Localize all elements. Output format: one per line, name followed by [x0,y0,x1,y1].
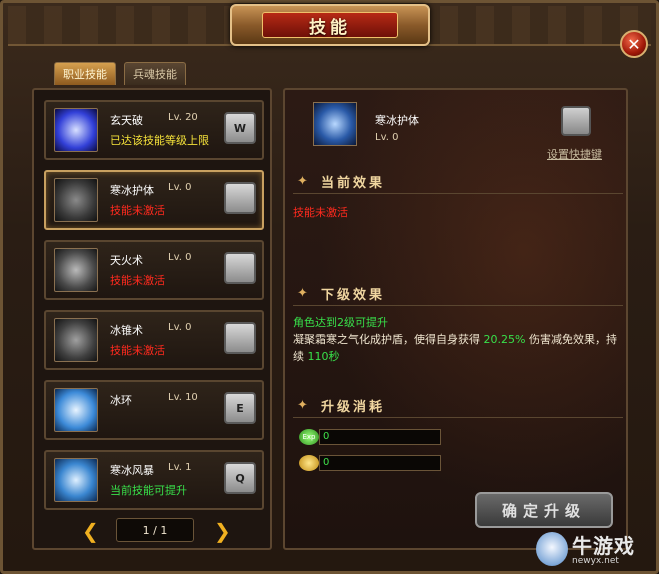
exp-cost-value: 0 [319,429,441,445]
skill-level: Lv. 20 [168,112,198,123]
next-effect-description: 凝聚霜寒之气化成护盾，使得自身获得 20.25% 伤害减免效果，持续 110秒 [293,331,623,365]
hotkey-slot[interactable]: W [224,112,256,144]
ice-ring-skill-icon [54,388,98,432]
prev-page-arrow-icon[interactable]: ❮ [82,520,99,542]
skill-status: 技能未激活 [110,344,165,357]
section-ornament-icon: ✦ [297,174,308,189]
page-indicator: 1 / 1 [116,518,194,542]
skill-row-hanbingfengbao[interactable]: 寒冰风暴 Lv. 1 当前技能可提升 Q [44,450,264,510]
watermark-brand: 牛游戏 [572,534,635,558]
skill-name: 冰锥术 [110,324,143,337]
skill-row-xuantianpo[interactable]: 玄天破 Lv. 20 已达该技能等级上限 W [44,100,264,160]
skill-list-panel: 玄天破 Lv. 20 已达该技能等级上限 W 寒冰护体 Lv. 0 技能未激活 … [32,88,272,550]
exp-icon: Exp [299,429,319,445]
pager: ❮ 1 / 1 ❯ [82,516,231,544]
ice-armor-detail-icon [313,102,357,146]
desc-duration: 110秒 [307,350,340,363]
skill-detail-panel: 寒冰护体 Lv. 0 设置快捷键 ✦ 当前效果 技能未激活 ✦ 下级效果 角色达… [283,88,628,550]
ice-storm-skill-icon [54,458,98,502]
skill-status: 技能未激活 [110,274,165,287]
skill-row-tianhuoshu[interactable]: 天火术 Lv. 0 技能未激活 [44,240,264,300]
skill-row-binghuan[interactable]: 冰环 Lv. 10 E [44,380,264,440]
current-effect-header: ✦ 当前效果 [293,172,623,194]
section-title: 下级效果 [321,288,386,303]
lightning-skill-icon [54,108,98,152]
desc-percent: 20.25% [483,333,526,346]
skill-status: 当前技能可提升 [110,484,187,497]
next-level-condition: 角色达到2级可提升 [293,316,388,329]
skill-name: 寒冰护体 [110,184,154,197]
ice-cone-skill-icon [54,318,98,362]
next-page-arrow-icon[interactable]: ❯ [214,520,231,542]
ice-armor-skill-icon [54,178,98,222]
site-watermark: 牛游戏 newyx.net [532,528,656,572]
shortcut-slot[interactable] [561,106,591,136]
hotkey-slot[interactable] [224,182,256,214]
gold-cost-value: 0 [319,455,441,471]
confirm-upgrade-button[interactable]: 确定升级 [475,492,613,528]
detail-skill-name: 寒冰护体 [375,114,419,127]
next-effect-header: ✦ 下级效果 [293,284,623,306]
hotkey-slot[interactable] [224,322,256,354]
skill-name: 天火术 [110,254,143,267]
section-ornament-icon: ✦ [297,286,308,301]
skill-level: Lv. 0 [168,322,192,333]
skill-row-bingzhuishu[interactable]: 冰锥术 Lv. 0 技能未激活 [44,310,264,370]
watermark-url: newyx.net [572,556,619,566]
hotkey-slot[interactable]: E [224,392,256,424]
skill-row-hanbinghuti[interactable]: 寒冰护体 Lv. 0 技能未激活 [44,170,264,230]
title-plate: 技能 [230,4,430,46]
tab-class-skills[interactable]: 职业技能 [54,62,116,85]
section-title: 当前效果 [321,176,386,191]
section-title: 升级消耗 [321,400,386,415]
skill-name: 寒冰风暴 [110,464,154,477]
skill-level: Lv. 1 [168,462,192,473]
skill-level: Lv. 0 [168,182,192,193]
hotkey-slot[interactable] [224,252,256,284]
bunny-logo-icon [536,532,568,566]
skill-level: Lv. 0 [168,252,192,263]
upgrade-cost-header: ✦ 升级消耗 [293,396,623,418]
close-button[interactable]: ✕ [620,30,648,58]
hotkey-slot[interactable]: Q [224,462,256,494]
section-ornament-icon: ✦ [297,398,308,413]
tab-soul-skills[interactable]: 兵魂技能 [124,62,186,85]
detail-skill-level: Lv. 0 [375,132,399,143]
window-title: 技能 [262,12,398,38]
skill-name: 冰环 [110,394,132,407]
current-effect-text: 技能未激活 [293,206,348,219]
skill-status: 技能未激活 [110,204,165,217]
set-shortcut-link[interactable]: 设置快捷键 [547,146,602,162]
skyfire-skill-icon [54,248,98,292]
gold-coin-icon [299,455,319,471]
skill-status: 已达该技能等级上限 [110,134,209,147]
skill-level: Lv. 10 [168,392,198,403]
skill-name: 玄天破 [110,114,143,127]
desc-part: 凝聚霜寒之气化成护盾，使得自身获得 [293,333,480,346]
